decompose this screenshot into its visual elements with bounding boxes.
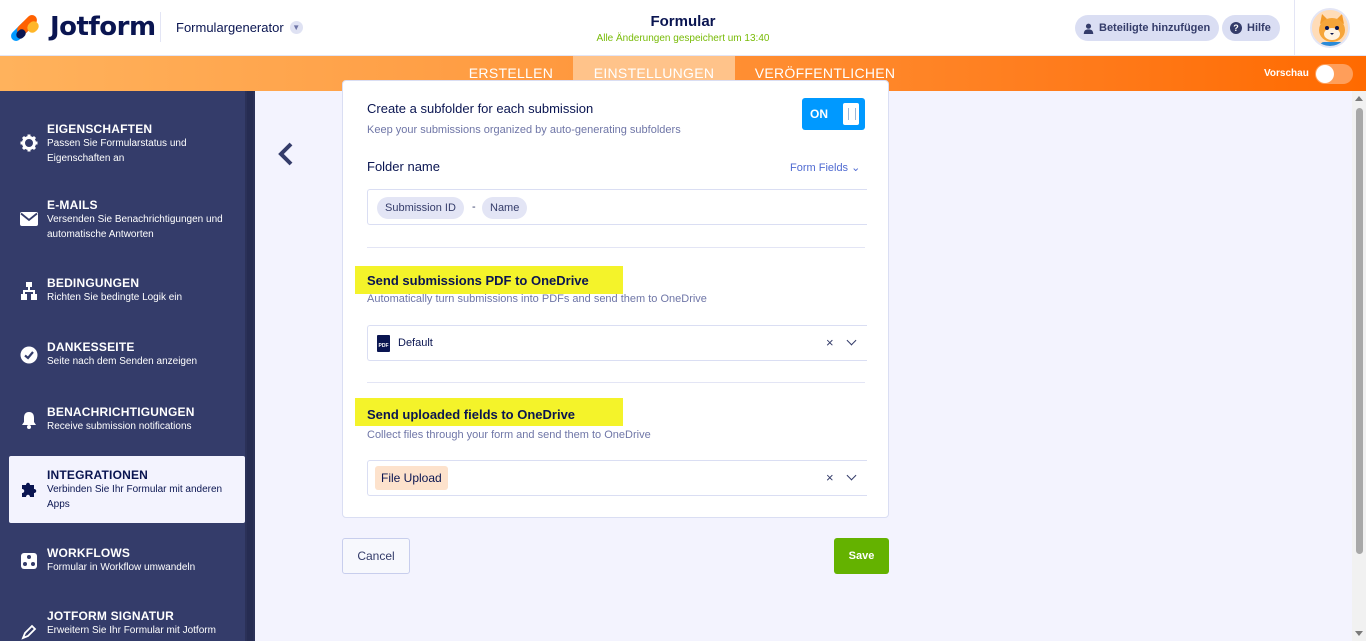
sidebar-item-desc: Seite nach dem Senden anzeigen — [47, 356, 198, 367]
sidebar-item-title: E-MAILS — [47, 198, 98, 212]
folder-chip[interactable]: Submission ID — [377, 197, 464, 219]
chevron-down-icon: ▼ — [289, 21, 303, 34]
help-label: Hilfe — [1247, 22, 1271, 34]
envelope-icon — [19, 209, 39, 229]
folder-separator: - — [472, 201, 476, 213]
scroll-down-icon[interactable] — [1355, 631, 1363, 636]
sidebar-item-title: JOTFORM SIGNATUR — [47, 609, 174, 623]
header-divider — [160, 12, 161, 42]
pdf-section-title: Send submissions PDF to OneDrive — [367, 273, 589, 288]
question-icon: ? — [1230, 22, 1242, 34]
sidebar-item-dankesseite[interactable]: DANKESSEITE Seite nach dem Senden anzeig… — [0, 329, 245, 393]
sidebar-item-title: BENACHRICHTIGUNGEN — [47, 405, 195, 419]
chevron-down-icon[interactable] — [846, 470, 857, 481]
sidebar-item-jotform-signatur[interactable]: JOTFORM SIGNATUR Erweitern Sie Ihr Formu… — [0, 598, 245, 641]
gear-icon — [19, 133, 39, 153]
add-participants-label: Beteiligte hinzufügen — [1099, 22, 1211, 34]
preview-toggle[interactable] — [1315, 64, 1353, 84]
subfolder-desc: Keep your submissions organized by auto-… — [367, 124, 681, 136]
pdf-section-desc: Automatically turn submissions into PDFs… — [367, 293, 707, 305]
upload-section-title: Send uploaded fields to OneDrive — [367, 407, 576, 422]
brand-name: Jotform — [50, 12, 156, 42]
check-circle-icon — [19, 345, 39, 365]
sidebar-item-emails[interactable]: E-MAILS Versenden Sie Benachrichtigungen… — [0, 187, 245, 251]
sidebar-item-title: DANKESSEITE — [47, 340, 135, 354]
sidebar-item-desc: Passen Sie Formularstatus und Eigenschaf… — [47, 138, 187, 164]
sidebar-item-title: EIGENSCHAFTEN — [47, 122, 153, 136]
pdf-template-select[interactable]: PDF Default × — [367, 325, 867, 361]
help-button[interactable]: ? Hilfe — [1222, 15, 1280, 41]
chevron-down-icon[interactable] — [846, 335, 857, 346]
pdf-select-value: Default — [398, 337, 433, 349]
folder-chip[interactable]: Name — [482, 197, 528, 219]
logic-tree-icon — [19, 281, 39, 301]
sidebar-item-desc: Erweitern Sie Ihr Formular mit Jotform — [47, 625, 216, 636]
sidebar-item-eigenschaften[interactable]: EIGENSCHAFTEN Passen Sie Formularstatus … — [0, 111, 245, 175]
page-scrollbar[interactable] — [1352, 91, 1366, 641]
page-scrollbar-thumb[interactable] — [1356, 108, 1363, 554]
jotform-logo[interactable]: Jotform — [8, 12, 156, 44]
sidebar-item-integrationen[interactable]: INTEGRATIONEN Verbinden Sie Ihr Formular… — [9, 456, 245, 523]
form-title-block: Formular Alle Änderungen gespeichert um … — [583, 13, 783, 44]
clear-icon[interactable]: × — [826, 470, 834, 485]
puzzle-icon — [19, 479, 39, 499]
clear-icon[interactable]: × — [826, 335, 834, 350]
form-title[interactable]: Formular — [583, 13, 783, 30]
preview-label: Vorschau — [1264, 68, 1309, 79]
header-divider-right — [1294, 0, 1295, 56]
sidebar-item-title: INTEGRATIONEN — [47, 468, 149, 482]
folder-name-label: Folder name — [367, 159, 440, 174]
sidebar-item-desc: Richten Sie bedingte Logik ein — [47, 292, 183, 303]
cat-avatar-icon — [1312, 10, 1348, 46]
workflow-icon — [19, 551, 39, 571]
sidebar-item-workflows[interactable]: WORKFLOWS Formular in Workflow umwandeln — [0, 535, 245, 599]
toggle-on-label: ON — [810, 107, 828, 121]
bell-icon — [19, 410, 39, 430]
sidebar-scrollbar-thumb[interactable] — [247, 91, 253, 641]
save-status: Alle Änderungen gespeichert um 13:40 — [596, 33, 770, 44]
user-icon — [1083, 23, 1094, 34]
add-participants-button[interactable]: Beteiligte hinzufügen — [1075, 15, 1220, 41]
sidebar-scrollbar[interactable] — [245, 91, 255, 641]
upload-section-desc: Collect files through your form and send… — [367, 429, 651, 441]
subfolder-toggle[interactable]: ON — [802, 98, 865, 130]
divider — [367, 247, 865, 248]
sidebar-item-benachrichtigungen[interactable]: BENACHRICHTIGUNGEN Receive submission no… — [0, 394, 245, 458]
jotform-logo-icon — [8, 12, 41, 44]
pdf-file-icon: PDF — [377, 335, 390, 352]
settings-sidebar: EIGENSCHAFTEN Passen Sie Formularstatus … — [0, 91, 255, 641]
divider — [367, 382, 865, 383]
sidebar-item-bedingungen[interactable]: BEDINGUNGEN Richten Sie bedingte Logik e… — [0, 265, 245, 329]
toggle-knob — [843, 103, 859, 125]
chevron-left-icon — [278, 142, 293, 166]
form-generator-dropdown[interactable]: Formulargenerator ▼ — [176, 20, 303, 35]
back-button[interactable] — [276, 141, 296, 167]
preview-toggle-knob — [1316, 65, 1334, 83]
save-button[interactable]: Save — [834, 538, 889, 574]
avatar[interactable] — [1310, 8, 1350, 48]
cancel-button[interactable]: Cancel — [342, 538, 410, 574]
top-header: Jotform Formulargenerator ▼ Formular All… — [0, 0, 1366, 56]
pen-icon — [19, 622, 39, 641]
sidebar-item-desc: Verbinden Sie Ihr Formular mit anderen A… — [47, 484, 223, 510]
form-fields-dropdown[interactable]: Form Fields ⌄ — [790, 161, 860, 174]
sidebar-item-desc: Receive submission notifications — [47, 421, 192, 432]
sidebar-item-title: WORKFLOWS — [47, 546, 131, 560]
upload-fields-select[interactable]: File Upload × — [367, 460, 867, 496]
onedrive-settings-card: Create a subfolder for each submission K… — [342, 80, 889, 518]
sidebar-item-title: BEDINGUNGEN — [47, 276, 140, 290]
chevron-down-icon: ⌄ — [851, 162, 861, 174]
form-fields-label: Form Fields — [790, 162, 849, 174]
folder-name-field[interactable]: Submission ID - Name — [367, 189, 867, 225]
sidebar-item-desc: Formular in Workflow umwandeln — [47, 562, 196, 573]
sidebar-item-desc: Versenden Sie Benachrichtigungen und aut… — [47, 214, 223, 240]
scroll-up-icon[interactable] — [1355, 96, 1363, 101]
file-upload-chip[interactable]: File Upload — [375, 466, 448, 490]
form-generator-label: Formulargenerator — [176, 20, 284, 35]
subfolder-title: Create a subfolder for each submission — [367, 101, 594, 116]
